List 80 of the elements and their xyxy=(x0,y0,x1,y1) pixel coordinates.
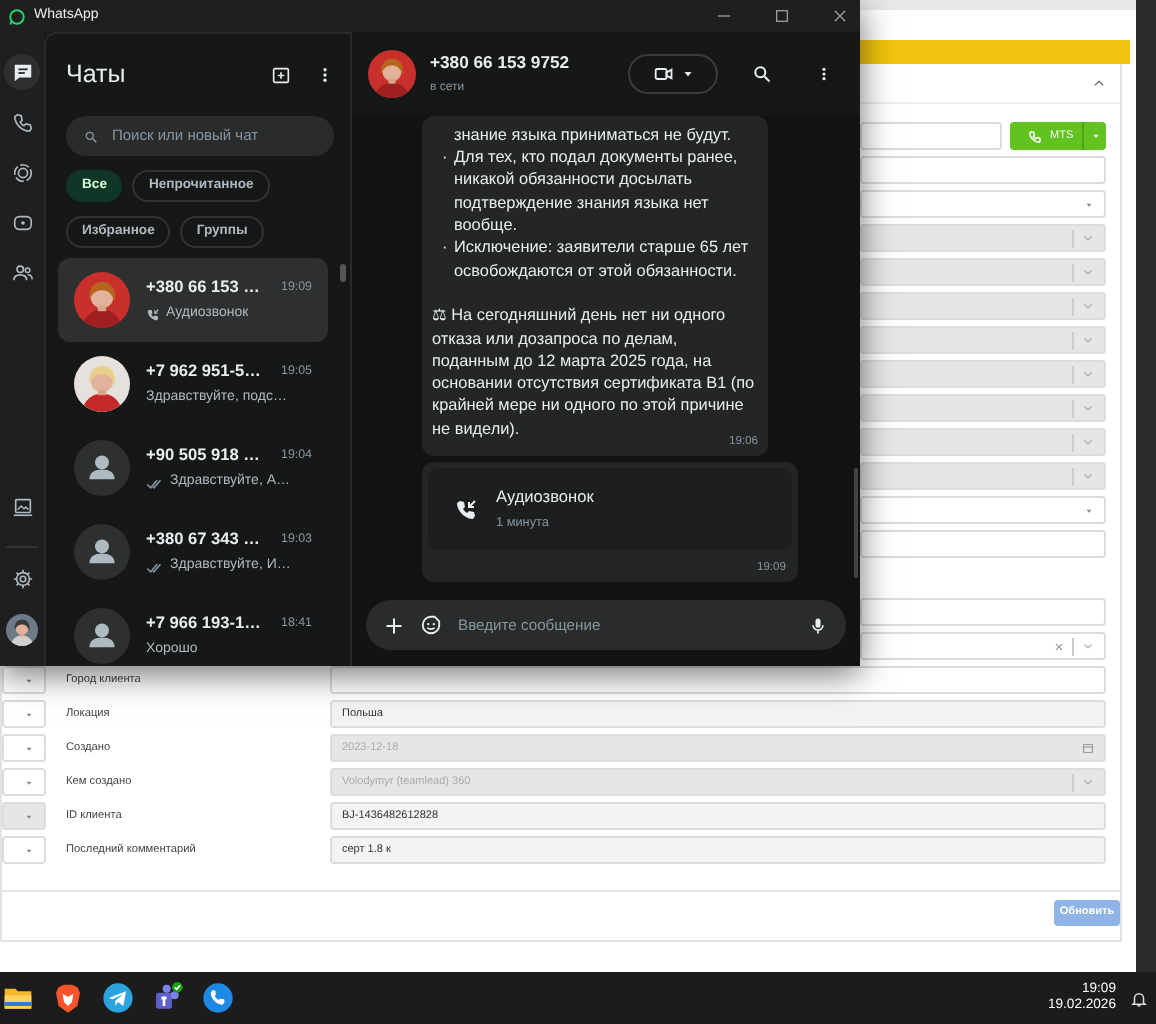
call-title: Аудиозвонок xyxy=(496,483,594,509)
message-text: Исключение: заявители старше 65 лет освобождаются от этой обязанности. xyxy=(454,236,751,282)
image-icon xyxy=(11,495,33,517)
select-field[interactable] xyxy=(2,700,46,728)
chevron-down-icon xyxy=(1082,266,1094,278)
caret-icon xyxy=(24,777,34,787)
paper-plane-icon[interactable] xyxy=(102,982,134,1014)
caret-icon xyxy=(1084,505,1094,515)
search-icon xyxy=(84,129,98,143)
chevron-down-icon xyxy=(1082,640,1094,652)
select-field[interactable] xyxy=(2,836,46,864)
caret-icon xyxy=(681,68,693,80)
caret-icon xyxy=(1091,132,1099,140)
contact-avatar-icon xyxy=(74,608,130,664)
menu-icon[interactable] xyxy=(816,64,832,84)
video-camera-icon xyxy=(653,64,673,84)
phone-app-icon[interactable] xyxy=(202,982,234,1014)
chevron-down-icon xyxy=(1082,232,1094,244)
message-text: знание языка приниматься не будут. xyxy=(454,125,732,144)
phone-icon xyxy=(1028,129,1042,143)
calendar-icon xyxy=(1082,742,1094,754)
chevron-down-icon xyxy=(1082,368,1094,380)
chats-button[interactable] xyxy=(4,54,40,90)
call-icon xyxy=(454,497,478,521)
chevron-down-icon xyxy=(1082,300,1094,312)
contact-name: +7 962 951-5… xyxy=(146,358,261,383)
chat-bubble-icon xyxy=(11,61,33,83)
lion-shield-icon[interactable] xyxy=(52,982,84,1014)
message-text: ⚖ На сегодняшний день нет ни одного отказа или дозапроса по делам, поданным до 12 марта 2025 года, на основании отсутствия сертификата B1 (по крайней мере ни одного по этой причине не видели). xyxy=(432,306,755,438)
close-icon[interactable] xyxy=(832,8,848,24)
contact-name: +380 67 343 … xyxy=(146,526,260,551)
sticker-icon[interactable] xyxy=(420,614,442,636)
contact-name: +380 66 153 … xyxy=(146,274,260,299)
whatsapp-logo-icon xyxy=(8,7,26,25)
bullet-mark: · xyxy=(442,146,450,171)
status-ring-icon xyxy=(11,161,33,183)
caret-icon xyxy=(24,709,34,719)
phone-field[interactable] xyxy=(860,122,1002,150)
caret-icon xyxy=(24,811,34,821)
select-field[interactable] xyxy=(2,666,46,694)
clear-icon[interactable] xyxy=(1054,641,1064,651)
bullet-mark: · xyxy=(442,236,450,261)
search-icon[interactable] xyxy=(752,64,772,84)
chevron-down-icon xyxy=(1082,436,1094,448)
microphone-icon[interactable] xyxy=(808,615,828,635)
channel-icon xyxy=(11,211,33,233)
scrollbar xyxy=(340,264,346,282)
input-field[interactable] xyxy=(330,666,1106,694)
contact-name: +7 966 193-1… xyxy=(146,610,261,635)
panel-title: Чаты xyxy=(66,58,126,93)
scrollbar xyxy=(854,468,858,578)
caret-icon xyxy=(1084,199,1094,209)
teams-icon[interactable] xyxy=(152,982,184,1014)
contact-name: +90 505 918 … xyxy=(146,442,260,467)
contact-name: +380 66 153 9752 xyxy=(430,50,570,76)
select-field[interactable] xyxy=(860,496,1106,524)
message-text: Для тех, кто подал документы ранее, никакой обязанности досылать подтверждение знания языка нет вообще. xyxy=(454,146,740,237)
new-chat-icon[interactable] xyxy=(270,64,292,86)
maximize-icon[interactable] xyxy=(774,8,790,24)
caret-icon xyxy=(24,675,34,685)
chevron-down-icon xyxy=(1082,334,1094,346)
plus-icon[interactable] xyxy=(384,615,404,635)
input-field[interactable] xyxy=(860,530,1106,558)
chevron-down-icon xyxy=(1082,402,1094,414)
phone-icon xyxy=(11,111,33,133)
input-field[interactable] xyxy=(860,598,1106,626)
people-icon xyxy=(11,261,33,283)
select-field[interactable] xyxy=(860,632,1106,660)
collapse-caret-icon[interactable] xyxy=(1092,76,1106,90)
notification-bell-icon[interactable] xyxy=(1130,989,1148,1007)
settings-icon xyxy=(11,567,33,589)
input-field[interactable] xyxy=(860,156,1106,184)
select-field[interactable] xyxy=(860,190,1106,218)
contact-avatar-icon xyxy=(74,524,130,580)
caret-icon xyxy=(24,743,34,753)
contact-avatar-icon xyxy=(74,440,130,496)
caret-icon xyxy=(24,845,34,855)
chevron-down-icon xyxy=(1082,776,1094,788)
chevron-down-icon xyxy=(1082,470,1094,482)
video-call-button[interactable] xyxy=(628,54,718,94)
